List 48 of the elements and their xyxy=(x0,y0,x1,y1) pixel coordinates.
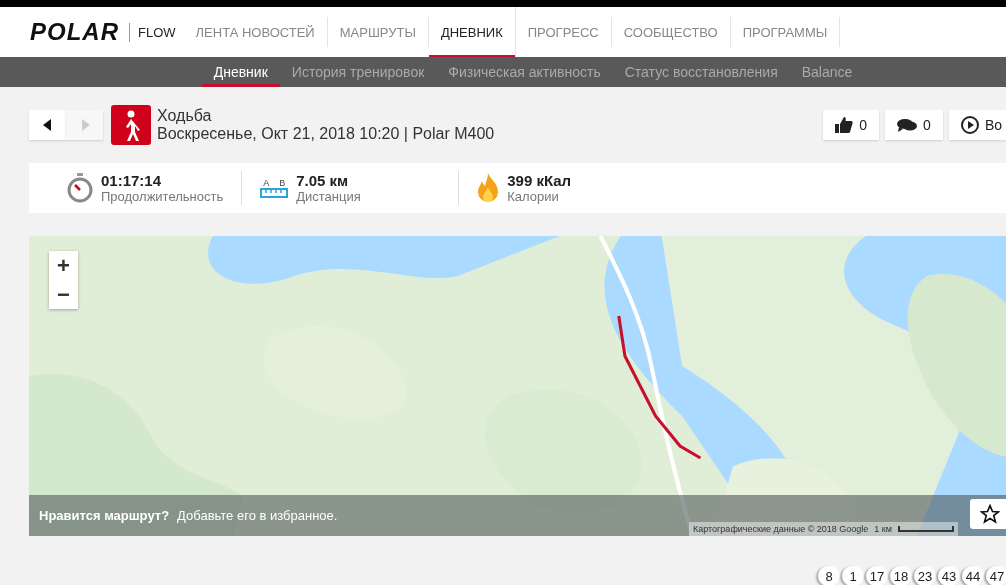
like-button[interactable]: 0 xyxy=(823,110,880,140)
lap-marker[interactable]: 23 xyxy=(914,566,936,585)
logo[interactable]: POLAR xyxy=(30,18,119,46)
stat-label: Продолжительность xyxy=(101,189,224,204)
nav-tab[interactable]: ПРОГРАММЫ xyxy=(730,17,841,47)
nav-tab[interactable]: МАРШРУТЫ xyxy=(327,17,429,47)
comment-button[interactable]: 0 xyxy=(885,110,943,140)
scale-label: 1 км xyxy=(874,524,892,534)
product-name: FLOW xyxy=(129,22,184,42)
lap-marker[interactable]: 47 xyxy=(986,566,1006,585)
ruler-icon xyxy=(260,188,289,198)
left-arrow-icon xyxy=(42,119,53,131)
walking-person-icon xyxy=(111,105,151,145)
stat-value: 01:17:14 xyxy=(101,172,163,189)
thumbs-up-icon xyxy=(835,117,854,133)
stat-value: 7.05 км xyxy=(296,172,350,189)
sport-name: Ходьба xyxy=(157,107,213,125)
previous-button[interactable] xyxy=(29,110,66,140)
stat-label: Калории xyxy=(507,189,560,204)
subnav-tab[interactable]: Дневник xyxy=(201,57,280,87)
scale-bar xyxy=(897,526,954,532)
lap-marker[interactable]: 17 xyxy=(866,566,888,585)
route-point-letter: B xyxy=(279,178,286,188)
stat-value: 399 кКал xyxy=(507,172,572,189)
session-details: Воскресенье, Окт 21, 2018 10:20 | Polar M400 xyxy=(157,125,495,143)
lap-marker[interactable]: 8 xyxy=(818,566,840,585)
prompt-text: Добавьте его в избранное. xyxy=(177,508,338,523)
nav-tab[interactable]: ЛЕНТА НОВОСТЕЙ xyxy=(183,17,328,47)
stat-label: Дистанция xyxy=(296,189,361,204)
route-point-letter: A xyxy=(263,178,270,188)
star-icon xyxy=(980,504,1000,524)
zoom-in-button[interactable]: + xyxy=(49,251,78,280)
nav-tab[interactable]: ПРОГРЕСС xyxy=(515,17,612,47)
zoom-out-button[interactable]: − xyxy=(49,280,78,309)
play-icon xyxy=(960,116,979,134)
flame-icon xyxy=(477,173,500,203)
lap-marker[interactable]: 18 xyxy=(890,566,912,585)
replay-button[interactable]: Во xyxy=(948,110,1006,140)
lap-marker[interactable]: 43 xyxy=(938,566,960,585)
speech-bubbles-icon xyxy=(897,118,918,132)
right-arrow-icon xyxy=(79,119,90,131)
nav-tab[interactable]: СООБЩЕСТВО xyxy=(611,17,731,47)
stopwatch-icon xyxy=(67,173,93,203)
prompt-question: Нравится маршрут? xyxy=(39,508,170,523)
lap-marker[interactable]: 1 xyxy=(842,566,864,585)
map-attribution: Картографические данные © 2018 Google xyxy=(693,524,869,534)
favorite-button[interactable] xyxy=(970,499,1006,529)
lap-marker[interactable]: 44 xyxy=(962,566,984,585)
